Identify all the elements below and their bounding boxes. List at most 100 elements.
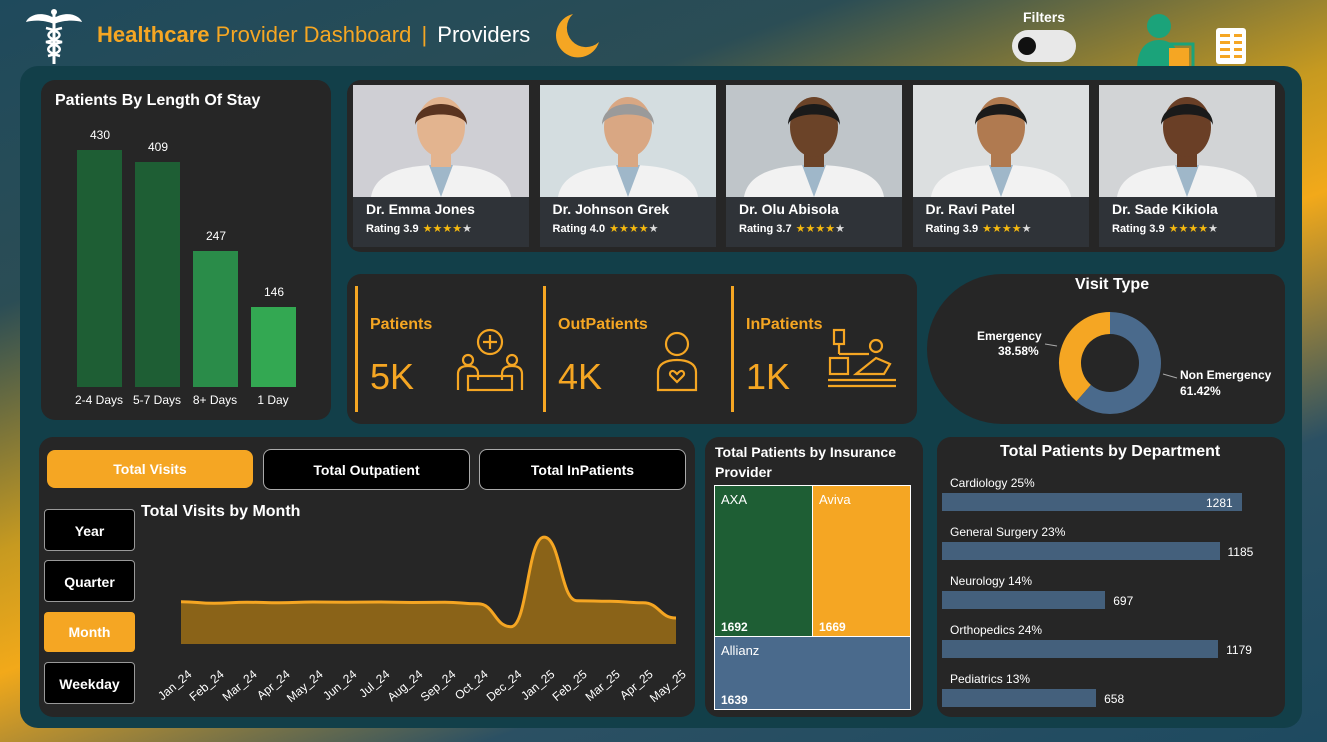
department-label: Cardiology 25% (950, 476, 1035, 490)
donut-leader-lines (1044, 343, 1178, 379)
doctor-photo (912, 85, 1089, 197)
insurance-title: Total Patients by Insurance Provider (715, 444, 897, 480)
kpi-inpatients: InPatients 1K (731, 286, 914, 412)
user-profile-icon[interactable] (1133, 12, 1195, 72)
tab-total-outpatient[interactable]: Total Outpatient (263, 449, 470, 490)
month-tick-label: Jun_24 (319, 667, 359, 704)
los-bar[interactable] (193, 250, 238, 387)
month-tick-label: May_24 (284, 667, 326, 706)
department-label: General Surgery 23% (950, 525, 1066, 539)
los-bar-category: 5-7 Days (132, 393, 182, 407)
doctor-name: Dr. Ravi Patel (925, 201, 1016, 217)
los-bar-category: 2-4 Days (74, 393, 124, 407)
title-part-provider-dashboard: Provider Dashboard (215, 22, 412, 47)
title-separator: | (421, 22, 428, 47)
visits-trend-panel: Total Visits Total Outpatient Total InPa… (39, 437, 695, 717)
insurance-panel: Total Patients by Insurance Provider AXA… (705, 437, 923, 717)
department-label: Orthopedics 24% (950, 623, 1043, 637)
tile-name: Allianz (721, 643, 760, 658)
los-bar-category: 1 Day (257, 393, 289, 407)
month-tick-label: Sep_24 (417, 667, 458, 705)
rating-stars-icon: ★★★★★ (422, 223, 472, 235)
tile-name: Aviva (819, 492, 851, 507)
kpi-label: Patients (370, 316, 433, 333)
kpi-outpatients: OutPatients 4K (543, 286, 726, 412)
los-bar[interactable] (77, 150, 122, 387)
department-bar[interactable] (942, 689, 1097, 707)
tile-value: 1669 (819, 620, 846, 634)
doctor-photo (539, 85, 716, 197)
doctor-photo (726, 85, 902, 197)
doctor-photo (1099, 85, 1275, 197)
patient-care-icon (456, 328, 524, 392)
month-tick-label: Mar_24 (219, 667, 260, 704)
title-part-providers: Providers (437, 22, 531, 47)
department-label: Pediatrics 13% (950, 672, 1031, 686)
tab-total-visits[interactable]: Total Visits (47, 450, 253, 488)
month-tick-label: Jan_25 (517, 667, 557, 704)
doctor-name: Dr. Emma Jones (366, 201, 475, 217)
toggle-knob (1018, 37, 1036, 55)
month-tick-label: Dec_24 (483, 667, 524, 705)
rating-stars-icon: ★★★★★ (795, 223, 845, 235)
department-bar[interactable] (942, 591, 1106, 609)
doctor-rating: Rating 3.9 ★★★★★ (1112, 222, 1218, 235)
rating-label: Rating 3.9 (925, 223, 979, 235)
los-bar[interactable] (135, 161, 180, 387)
month-tick-label: May_25 (647, 667, 689, 706)
los-bar-value: 430 (89, 128, 111, 142)
doctor-rating: Rating 4.0 ★★★★★ (553, 222, 659, 235)
doctor-rating: Rating 3.7 ★★★★★ (739, 222, 845, 235)
tab-total-inpatients[interactable]: Total InPatients (479, 449, 686, 490)
los-bar-value: 146 (263, 284, 285, 299)
doctor-card[interactable]: Dr. Ravi Patel Rating 3.9 ★★★★★ (912, 85, 1089, 247)
doctors-panel: Dr. Emma Jones Rating 3.9 ★★★★★ Dr. Johnso… (347, 80, 1285, 252)
report-page-icon[interactable] (1214, 26, 1248, 66)
filters-label: Filters (1023, 9, 1066, 25)
inpatient-bed-icon (828, 328, 896, 388)
tile-value: 1639 (721, 693, 748, 707)
doctor-card[interactable]: Dr. Emma Jones Rating 3.9 ★★★★★ (353, 85, 529, 247)
los-bar[interactable] (251, 306, 296, 387)
los-bar-value: 409 (147, 139, 169, 154)
los-bar-category: 8+ Days (192, 393, 238, 407)
kpi-value: 5K (370, 356, 415, 397)
month-tick-label: Oct_24 (452, 667, 491, 703)
department-value: 658 (1104, 692, 1125, 706)
doctor-rating: Rating 3.9 ★★★★★ (926, 222, 1032, 235)
treemap-tile-aviva[interactable]: Aviva 1669 (812, 485, 911, 637)
granularity-weekday-button[interactable]: Weekday (44, 662, 135, 704)
doctor-card[interactable]: Dr. Johnson Grek Rating 4.0 ★★★★★ (539, 85, 716, 247)
treemap-tile-axa[interactable]: AXA 1692 (714, 485, 813, 637)
length-of-stay-panel: Patients By Length Of Stay 430 2-4 Days 40… (41, 80, 331, 420)
department-bar[interactable] (942, 493, 1242, 511)
month-tick-label: Aug_24 (384, 667, 425, 705)
rating-label: Rating 3.7 (739, 223, 792, 235)
treemap-tile-allianz[interactable]: Allianz 1639 (714, 636, 911, 710)
doctor-card[interactable]: Dr. Sade Kikiola Rating 3.9 ★★★★★ (1099, 85, 1275, 247)
moon-icon[interactable] (553, 10, 603, 60)
caduceus-logo-icon (26, 9, 82, 64)
doctor-card[interactable]: Dr. Olu Abisola Rating 3.7 ★★★★★ (726, 85, 902, 247)
month-tick-label: Feb_24 (186, 667, 227, 704)
granularity-quarter-button[interactable]: Quarter (44, 560, 135, 602)
kpi-value: 1K (746, 356, 791, 397)
rating-label: Rating 4.0 (552, 223, 606, 235)
tile-name: AXA (721, 492, 748, 507)
rating-stars-icon: ★★★★★ (609, 223, 659, 235)
visit-type-panel: Visit Type Emergency 38.58% Non Emergenc… (927, 274, 1285, 424)
tile-value: 1692 (721, 620, 748, 634)
granularity-year-button[interactable]: Year (44, 509, 135, 551)
department-bar[interactable] (942, 640, 1219, 658)
kpi-label: InPatients (746, 316, 823, 333)
filters-toggle[interactable] (1012, 30, 1076, 62)
length-of-stay-title: Patients By Length Of Stay (55, 92, 261, 109)
rating-stars-icon: ★★★★★ (1168, 223, 1218, 235)
department-value: 1179 (1226, 643, 1252, 657)
outpatient-person-icon (656, 331, 698, 392)
month-tick-label: Mar_25 (582, 667, 623, 704)
department-value: 697 (1113, 594, 1134, 608)
doctor-rating: Rating 3.9 ★★★★★ (366, 222, 472, 235)
department-bar[interactable] (942, 542, 1220, 560)
granularity-month-button[interactable]: Month (44, 612, 135, 652)
